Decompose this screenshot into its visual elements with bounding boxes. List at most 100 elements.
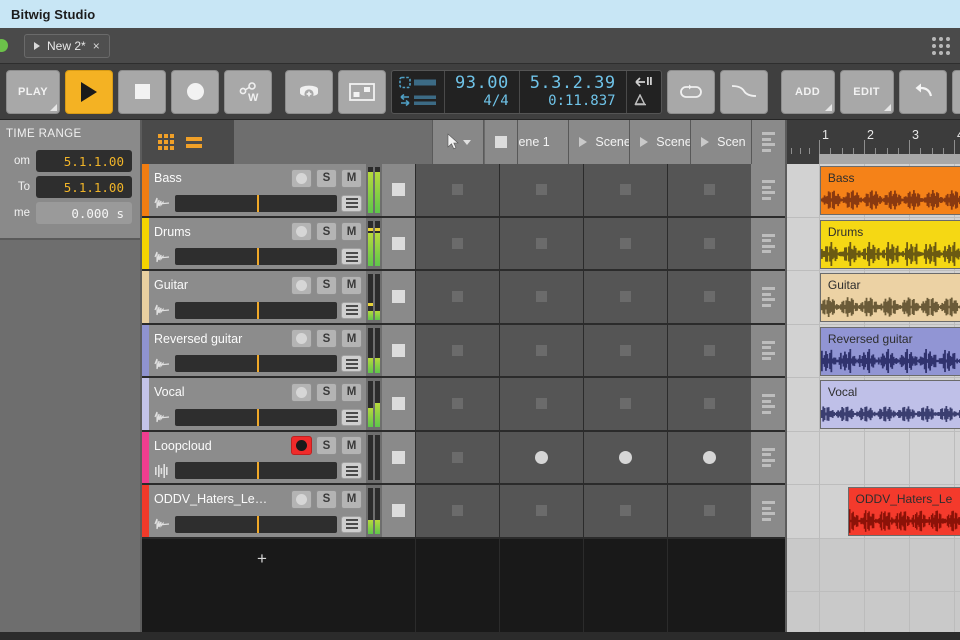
clip-cell[interactable]	[584, 217, 667, 271]
stop-clip-button[interactable]	[382, 217, 415, 271]
track-volume-fader[interactable]	[175, 194, 337, 212]
clip-cell[interactable]	[416, 271, 499, 325]
clip-cell[interactable]	[668, 324, 751, 378]
clip-cell[interactable]	[584, 431, 667, 485]
track-solo-button[interactable]: S	[316, 168, 337, 188]
clip-cell[interactable]	[584, 324, 667, 378]
stop-button[interactable]	[118, 69, 166, 114]
undo-button[interactable]	[898, 69, 947, 114]
fader-handle[interactable]	[257, 355, 260, 372]
stop-clip-button[interactable]	[382, 324, 415, 378]
track-header[interactable]: ODDV_Haters_Le… S M	[142, 485, 382, 539]
scene-launch-button[interactable]	[751, 217, 785, 271]
track-arm-button[interactable]	[291, 489, 312, 509]
track-menu-button[interactable]	[341, 194, 362, 212]
from-value[interactable]: 5.1.1.00	[36, 150, 132, 172]
track-mute-button[interactable]: M	[341, 489, 362, 509]
fader-handle[interactable]	[257, 248, 260, 265]
to-value[interactable]: 5.1.1.00	[36, 176, 132, 198]
grid-view-icon[interactable]	[158, 134, 174, 150]
track-menu-button[interactable]	[341, 515, 362, 533]
stop-clip-button[interactable]	[382, 485, 415, 539]
fader-handle[interactable]	[257, 301, 260, 319]
clip-cell[interactable]	[500, 431, 583, 485]
clip-cell[interactable]	[584, 378, 667, 432]
record-button[interactable]	[171, 69, 219, 114]
loop-button[interactable]	[666, 69, 715, 114]
track-solo-button[interactable]: S	[316, 275, 337, 295]
track-header[interactable]: Guitar S M	[142, 271, 382, 325]
track-solo-button[interactable]: S	[316, 329, 337, 348]
clip-cell[interactable]	[584, 164, 667, 218]
stop-all-clips-button[interactable]	[484, 120, 518, 164]
scene-header-3[interactable]: Scene 3	[629, 120, 691, 164]
arranger-clip[interactable]: Guitar	[819, 273, 960, 322]
arranger-clip[interactable]: Drums	[819, 219, 960, 269]
track-volume-fader[interactable]	[175, 515, 337, 533]
close-icon[interactable]: ×	[93, 40, 100, 52]
scene-launch-button[interactable]	[751, 431, 785, 485]
arranger-clip[interactable]: Bass	[819, 166, 960, 215]
track-header[interactable]: Bass S M	[142, 164, 382, 218]
track-volume-fader[interactable]	[175, 248, 337, 265]
track-header[interactable]: Loopcloud S M	[142, 431, 382, 485]
groove-tuner-icons[interactable]	[627, 71, 661, 113]
track-mute-button[interactable]: M	[341, 329, 362, 348]
clip-cell[interactable]	[416, 324, 499, 378]
clip-cell[interactable]	[668, 431, 751, 485]
arranger-lane[interactable]	[787, 592, 960, 632]
transport-mode-icons[interactable]	[392, 71, 444, 113]
track-arm-button[interactable]	[291, 275, 312, 295]
scene-launch-button[interactable]	[751, 378, 785, 432]
scene-launch-button[interactable]	[751, 485, 785, 539]
chevron-down-icon[interactable]	[462, 139, 471, 145]
stop-clip-button[interactable]	[382, 164, 415, 218]
track-mute-button[interactable]: M	[341, 382, 362, 402]
play-mode-button[interactable]: PLAY	[6, 69, 60, 114]
arranger-clip[interactable]: ODDV_Haters_Le	[847, 487, 960, 536]
position-cell[interactable]: 5.3.2.39 0:11.837	[520, 71, 626, 113]
fader-handle[interactable]	[257, 194, 260, 212]
track-header[interactable]: Vocal S M	[142, 378, 382, 432]
clip-cell[interactable]	[584, 485, 667, 539]
clip-cell[interactable]	[500, 485, 583, 539]
track-menu-button[interactable]	[341, 462, 362, 479]
arranger-lane[interactable]	[787, 538, 960, 592]
track-arm-button[interactable]	[291, 168, 312, 188]
add-track-button[interactable]: +	[142, 538, 382, 579]
layout-button[interactable]	[338, 69, 386, 114]
scene-launch-button[interactable]	[751, 324, 785, 378]
play-button[interactable]	[65, 69, 113, 114]
track-arm-button[interactable]	[291, 329, 312, 348]
metronome-button[interactable]	[285, 69, 333, 114]
track-volume-fader[interactable]	[175, 462, 337, 479]
stop-clip-button[interactable]	[382, 431, 415, 485]
clip-cell[interactable]	[500, 164, 583, 218]
fader-handle[interactable]	[257, 515, 260, 533]
arranger-clip[interactable]: Vocal	[819, 380, 960, 429]
stop-clip-button[interactable]	[382, 271, 415, 325]
track-arm-button[interactable]	[291, 222, 312, 241]
pointer-tool-button[interactable]	[432, 120, 485, 164]
track-menu-button[interactable]	[341, 408, 362, 426]
track-mute-button[interactable]: M	[341, 168, 362, 188]
track-volume-fader[interactable]	[175, 301, 337, 319]
tempo-cell[interactable]: 93.00 4/4	[445, 71, 519, 113]
redo-button[interactable]	[951, 69, 960, 114]
stop-clip-button[interactable]	[382, 378, 415, 432]
timeline-ruler[interactable]: 1234	[787, 120, 960, 164]
track-mute-button[interactable]: M	[341, 275, 362, 295]
track-header[interactable]: Drums S M	[142, 217, 382, 271]
arranger-clip[interactable]: Reversed guitar	[819, 326, 960, 376]
lines-view-icon[interactable]	[186, 136, 202, 148]
clip-cell[interactable]	[668, 378, 751, 432]
loop-region-bar[interactable]	[819, 154, 960, 164]
arranger-lane[interactable]	[787, 432, 960, 485]
track-mute-button[interactable]: M	[341, 436, 362, 455]
track-arm-button[interactable]	[291, 382, 312, 402]
track-volume-fader[interactable]	[175, 355, 337, 372]
track-solo-button[interactable]: S	[316, 222, 337, 241]
clip-cell[interactable]	[416, 485, 499, 539]
fader-handle[interactable]	[257, 408, 260, 426]
clip-cell[interactable]	[668, 164, 751, 218]
